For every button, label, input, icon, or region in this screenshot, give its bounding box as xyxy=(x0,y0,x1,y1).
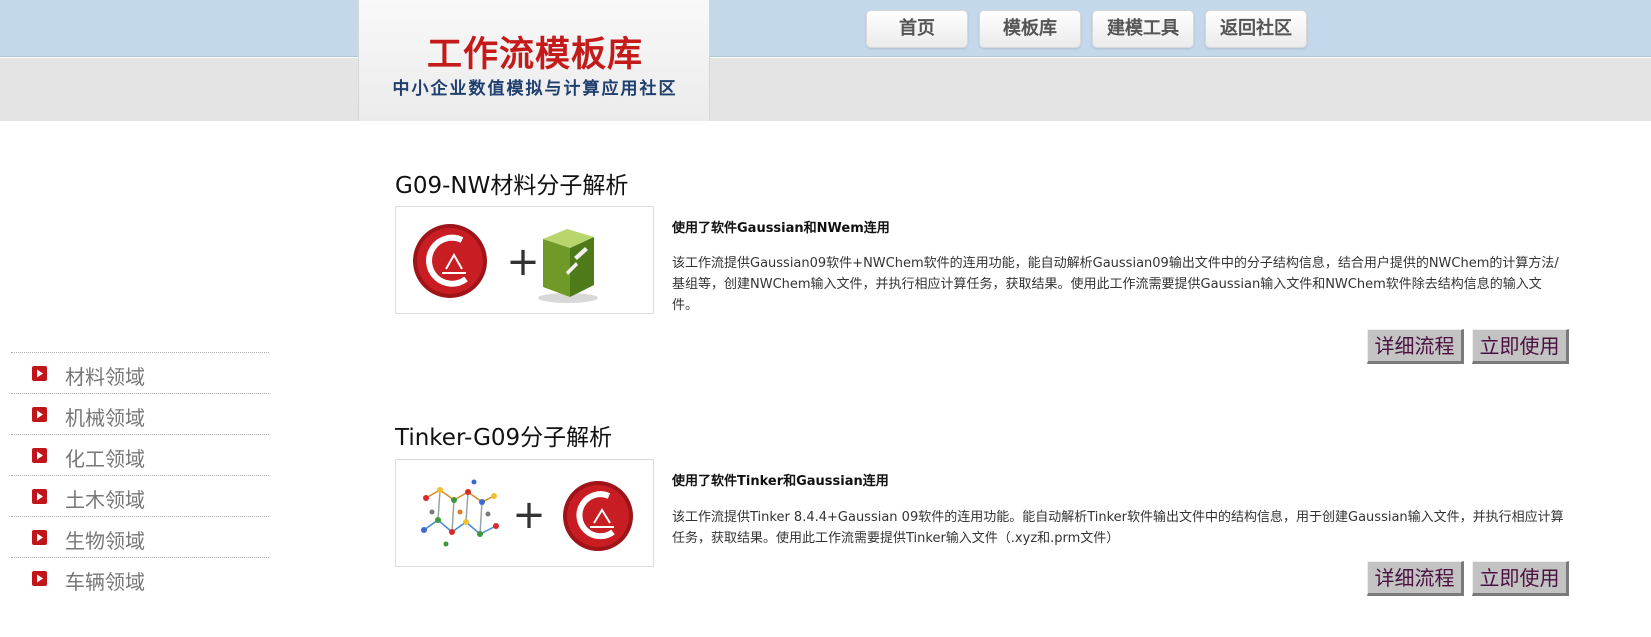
red-play-arrow-icon xyxy=(32,489,47,504)
workflow-thumbnail-art: + xyxy=(421,479,633,551)
sidebar-item-materials[interactable]: 材料领域 xyxy=(11,352,269,393)
workflow-title[interactable]: G09-NW材料分子解析 xyxy=(395,166,628,200)
sidebar-item-mechanical[interactable]: 机械领域 xyxy=(11,393,269,434)
header-top-band xyxy=(0,0,1651,57)
detail-flow-button[interactable]: 详细流程 xyxy=(1367,329,1464,364)
workflow-description: 该工作流提供Gaussian09软件+NWChem软件的连用功能，能自动解析Ga… xyxy=(672,256,1559,313)
workflow-thumbnail[interactable]: + xyxy=(395,459,654,567)
thumbnail-plus-sign: + xyxy=(506,239,540,285)
nav-home-button[interactable]: 首页 xyxy=(866,10,968,48)
red-play-arrow-icon xyxy=(32,530,47,545)
sidebar-item-label: 化工领域 xyxy=(65,447,145,471)
logo-title: 工作流模板库 xyxy=(426,35,643,75)
nav-back-to-community-button[interactable]: 返回社区 xyxy=(1205,10,1307,48)
gaussian-logo-icon xyxy=(563,481,633,551)
sidebar-item-civil[interactable]: 土木领域 xyxy=(11,475,269,516)
nwchem-cube-icon xyxy=(538,229,598,303)
sidebar-item-label: 材料领域 xyxy=(65,365,145,389)
sidebar-item-biology[interactable]: 生物领域 xyxy=(11,516,269,557)
sidebar-item-vehicle[interactable]: 车辆领域 xyxy=(11,557,269,598)
thumbnail-plus-sign: + xyxy=(512,492,546,538)
nav-template-library-button[interactable]: 模板库 xyxy=(979,10,1081,48)
tinker-molecule-icon xyxy=(421,479,499,547)
use-now-button[interactable]: 立即使用 xyxy=(1472,329,1569,364)
sidebar-item-label: 生物领域 xyxy=(65,529,145,553)
header-gray-band xyxy=(0,58,1651,121)
sidebar-item-label: 车辆领域 xyxy=(65,570,145,594)
red-play-arrow-icon xyxy=(32,448,47,463)
sidebar-item-chemical[interactable]: 化工领域 xyxy=(11,434,269,475)
use-now-button[interactable]: 立即使用 xyxy=(1472,561,1569,596)
workflow-thumbnail[interactable]: + xyxy=(395,206,654,314)
workflow-software-used: 使用了软件Tinker和Gaussian连用 xyxy=(672,474,889,489)
workflow-software-used: 使用了软件Gaussian和NWem连用 xyxy=(672,221,890,236)
red-play-arrow-icon xyxy=(32,407,47,422)
sidebar-item-label: 土木领域 xyxy=(65,488,145,512)
workflow-description: 该工作流提供Tinker 8.4.4+Gaussian 09软件的连用功能。能自… xyxy=(672,510,1564,546)
nav-modeling-tools-button[interactable]: 建模工具 xyxy=(1092,10,1194,48)
workflow-thumbnail-art: + xyxy=(413,224,598,303)
red-play-arrow-icon xyxy=(32,366,47,381)
workflow-title[interactable]: Tinker-G09分子解析 xyxy=(395,418,612,452)
logo-subtitle: 中小企业数值模拟与计算应用社区 xyxy=(392,79,678,99)
site-logo[interactable]: 工作流模板库 中小企业数值模拟与计算应用社区 xyxy=(358,0,710,121)
domain-sidebar: 材料领域 机械领域 化工领域 土木领域 生物领域 车辆领域 xyxy=(11,352,269,598)
red-play-arrow-icon xyxy=(32,571,47,586)
detail-flow-button[interactable]: 详细流程 xyxy=(1367,561,1464,596)
sidebar-item-label: 机械领域 xyxy=(65,406,145,430)
gaussian-logo-icon xyxy=(413,224,487,298)
